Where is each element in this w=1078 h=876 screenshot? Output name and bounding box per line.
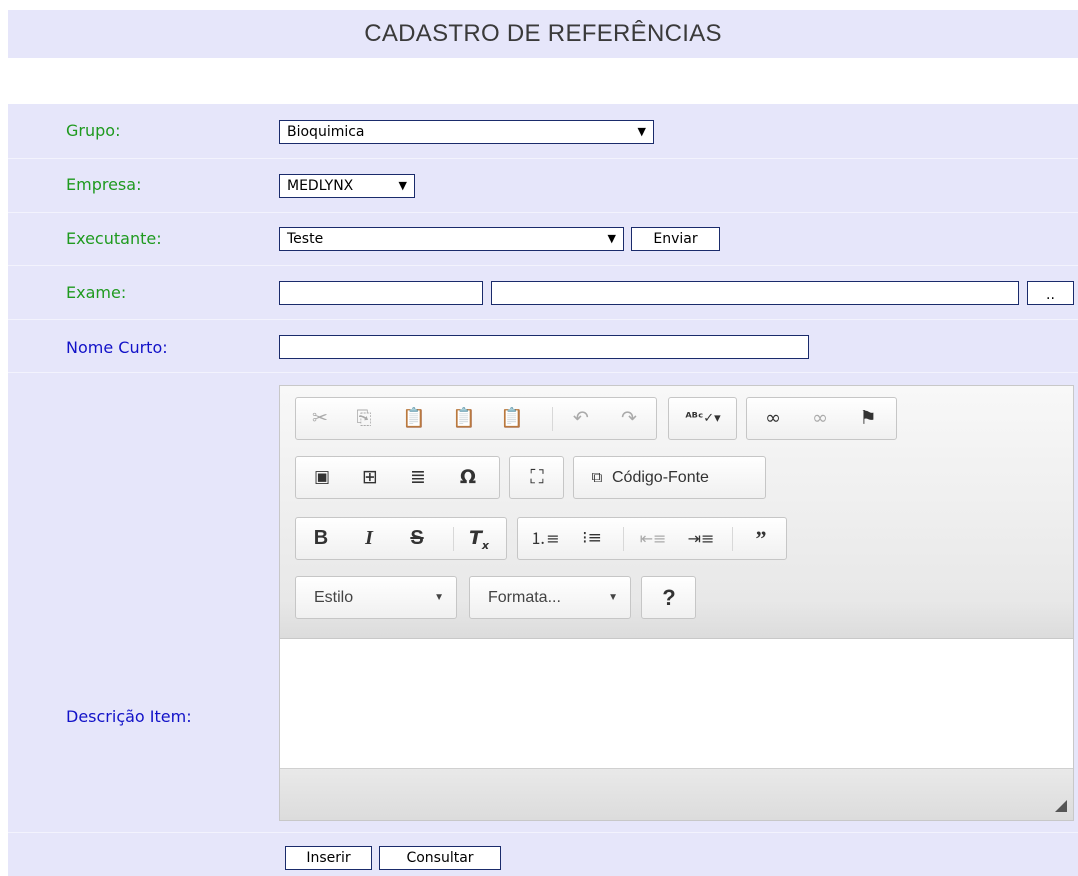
horizontal-line-icon[interactable]: ≣ bbox=[396, 457, 440, 498]
toolbar-separator bbox=[623, 527, 624, 551]
dropdown-arrow-icon: ▼ bbox=[398, 179, 407, 192]
numbered-list-icon[interactable]: ⒈≡ bbox=[524, 518, 566, 559]
editor-status-bar bbox=[280, 769, 1073, 820]
maximize-toolbar-group: ⛶ bbox=[509, 456, 564, 499]
undo-icon[interactable]: ↶ bbox=[561, 398, 601, 439]
row-divider bbox=[8, 158, 1078, 159]
dropdown-arrow-icon: ▼ bbox=[607, 232, 616, 245]
resize-handle-icon[interactable] bbox=[1055, 800, 1067, 812]
format-combo-label: Formata... bbox=[488, 589, 561, 606]
row-divider bbox=[8, 319, 1078, 320]
grupo-select[interactable]: Bioquimica ▼ bbox=[279, 120, 654, 144]
help-icon[interactable]: ? bbox=[648, 577, 690, 618]
spellcheck-toolbar-group: ᴬᴮᶜ✓▾ bbox=[668, 397, 737, 440]
spellcheck-icon[interactable]: ᴬᴮᶜ✓▾ bbox=[677, 398, 729, 439]
executante-label: Executante: bbox=[66, 229, 162, 248]
image-icon[interactable]: ▣ bbox=[300, 457, 344, 498]
dropdown-arrow-icon: ▼ bbox=[637, 125, 646, 138]
exame-code-input[interactable] bbox=[279, 281, 483, 305]
chevron-down-icon: ▼ bbox=[434, 592, 444, 603]
source-toolbar-group[interactable]: ⧉ Código-Fonte bbox=[573, 456, 766, 499]
editor-toolbar: ✂ ⎘ 📋 📋 📋 ↶ ↷ ᴬᴮᶜ✓▾ ∞ ∞ ⚑ ▣ ⊞ ≣ Ω ⛶ ⧉ Có… bbox=[280, 386, 1073, 639]
row-divider bbox=[8, 372, 1078, 373]
exame-label: Exame: bbox=[66, 283, 127, 302]
paste-icon[interactable]: 📋 bbox=[394, 398, 434, 439]
chevron-down-icon: ▼ bbox=[608, 592, 618, 603]
grupo-label: Grupo: bbox=[66, 121, 121, 140]
enviar-button[interactable]: Enviar bbox=[631, 227, 720, 251]
source-icon: ⧉ bbox=[591, 468, 603, 486]
style-combo[interactable]: Estilo ▼ bbox=[295, 576, 457, 619]
bold-icon[interactable]: B bbox=[300, 518, 342, 559]
row-divider bbox=[8, 265, 1078, 266]
paste-word-icon[interactable]: 📋 bbox=[492, 398, 532, 439]
toolbar-separator bbox=[732, 527, 733, 551]
toolbar-separator bbox=[552, 407, 553, 431]
grupo-select-value: Bioquimica bbox=[287, 124, 365, 140]
executante-select-value: Teste bbox=[287, 231, 324, 247]
row-divider bbox=[8, 832, 1078, 833]
empresa-select[interactable]: MEDLYNX ▼ bbox=[279, 174, 415, 198]
exame-name-input[interactable] bbox=[491, 281, 1019, 305]
link-icon[interactable]: ∞ bbox=[752, 398, 794, 439]
toolbar-separator bbox=[453, 527, 454, 551]
nome-curto-label: Nome Curto: bbox=[66, 338, 168, 357]
descricao-item-label: Descrição Item: bbox=[66, 707, 192, 726]
consultar-button[interactable]: Consultar bbox=[379, 846, 501, 870]
table-icon[interactable]: ⊞ bbox=[348, 457, 392, 498]
rich-text-editor: ✂ ⎘ 📋 📋 📋 ↶ ↷ ᴬᴮᶜ✓▾ ∞ ∞ ⚑ ▣ ⊞ ≣ Ω ⛶ ⧉ Có… bbox=[279, 385, 1074, 821]
style-combo-label: Estilo bbox=[314, 589, 354, 606]
page-title: CADASTRO DE REFERÊNCIAS bbox=[8, 10, 1078, 58]
inserir-button[interactable]: Inserir bbox=[285, 846, 372, 870]
source-button-label: Código-Fonte bbox=[612, 469, 709, 486]
anchor-icon[interactable]: ⚑ bbox=[847, 398, 889, 439]
cut-icon[interactable]: ✂ bbox=[300, 398, 340, 439]
paste-text-icon[interactable]: 📋 bbox=[444, 398, 484, 439]
row-divider bbox=[8, 212, 1078, 213]
empresa-select-value: MEDLYNX bbox=[287, 178, 354, 194]
blockquote-icon[interactable]: ” bbox=[740, 518, 782, 559]
empresa-label: Empresa: bbox=[66, 175, 142, 194]
paragraph-toolbar-group: ⒈≡ ⁝≡ ⇤≡ ⇥≡ ” bbox=[517, 517, 787, 560]
exame-lookup-button[interactable]: .. bbox=[1027, 281, 1074, 305]
links-toolbar-group: ∞ ∞ ⚑ bbox=[746, 397, 897, 440]
format-combo[interactable]: Formata... ▼ bbox=[469, 576, 631, 619]
remove-format-icon[interactable]: Tx bbox=[458, 518, 500, 559]
special-char-icon[interactable]: Ω bbox=[446, 457, 490, 498]
strike-icon[interactable]: S bbox=[396, 518, 438, 559]
maximize-icon[interactable]: ⛶ bbox=[516, 457, 558, 498]
copy-icon[interactable]: ⎘ bbox=[344, 398, 384, 439]
unlink-icon[interactable]: ∞ bbox=[799, 398, 841, 439]
italic-icon[interactable]: I bbox=[348, 518, 390, 559]
indent-icon[interactable]: ⇥≡ bbox=[680, 518, 722, 559]
format-toolbar-group: B I S Tx bbox=[295, 517, 507, 560]
executante-select[interactable]: Teste ▼ bbox=[279, 227, 624, 251]
help-toolbar-group: ? bbox=[641, 576, 696, 619]
editor-content-area[interactable] bbox=[280, 639, 1073, 769]
redo-icon[interactable]: ↷ bbox=[609, 398, 649, 439]
nome-curto-input[interactable] bbox=[279, 335, 809, 359]
insert-toolbar-group: ▣ ⊞ ≣ Ω bbox=[295, 456, 500, 499]
clipboard-toolbar-group: ✂ ⎘ 📋 📋 📋 ↶ ↷ bbox=[295, 397, 657, 440]
bulleted-list-icon[interactable]: ⁝≡ bbox=[570, 518, 614, 559]
outdent-icon[interactable]: ⇤≡ bbox=[632, 518, 674, 559]
